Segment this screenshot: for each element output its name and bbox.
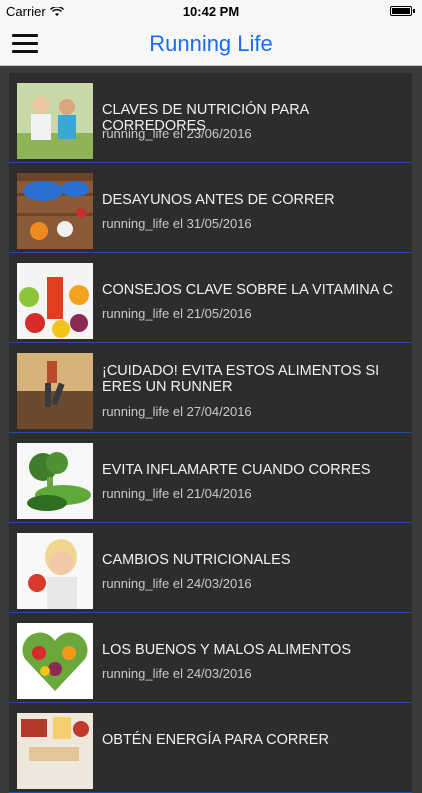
app-title: Running Life — [149, 31, 273, 56]
article-meta: running_life el 27/04/2016 — [102, 404, 252, 419]
status-time: 10:42 PM — [182, 4, 240, 19]
article-title: DESAYUNOS ANTES DE CORRER — [102, 192, 335, 208]
article-title: ¡CUIDADO! EVITA ESTOS ALIMENTOS SI ERES … — [102, 363, 380, 395]
article-thumbnail — [17, 173, 93, 249]
article-thumbnail — [17, 533, 93, 609]
article-thumbnail — [17, 83, 93, 159]
article-item[interactable]: OBTÉN ENERGÍA PARA CORRER — [9, 703, 412, 793]
article-item[interactable]: CLAVES DE NUTRICIÓN PARA CORREDORES runn… — [9, 73, 412, 163]
article-meta: running_life el 23/06/2016 — [102, 126, 252, 141]
article-meta: running_life el 24/03/2016 — [102, 666, 252, 681]
article-thumbnail — [17, 353, 93, 429]
article-title: OBTÉN ENERGÍA PARA CORRER — [102, 732, 329, 748]
article-thumbnail — [17, 263, 93, 339]
article-item[interactable]: ¡CUIDADO! EVITA ESTOS ALIMENTOS SI ERES … — [9, 343, 412, 433]
article-thumbnail — [17, 713, 93, 789]
article-list: CLAVES DE NUTRICIÓN PARA CORREDORES runn… — [9, 73, 412, 793]
article-meta: running_life el 21/04/2016 — [102, 486, 252, 501]
article-title: LOS BUENOS Y MALOS ALIMENTOS — [102, 642, 352, 658]
article-thumbnail — [17, 623, 93, 699]
article-item[interactable]: CAMBIOS NUTRICIONALES running_life el 24… — [9, 523, 412, 613]
article-meta: running_life el 21/05/2016 — [102, 306, 252, 321]
article-thumbnail — [17, 443, 93, 519]
article-item[interactable]: LOS BUENOS Y MALOS ALIMENTOS running_lif… — [9, 613, 412, 703]
article-meta: running_life el 24/03/2016 — [102, 576, 252, 591]
article-title: CAMBIOS NUTRICIONALES — [102, 552, 291, 568]
article-item[interactable]: EVITA INFLAMARTE CUANDO CORRES running_l… — [9, 433, 412, 523]
article-item[interactable]: DESAYUNOS ANTES DE CORRER running_life e… — [9, 163, 412, 253]
nav-bar: Running Life — [0, 22, 422, 66]
article-meta: running_life el 31/05/2016 — [102, 216, 252, 231]
article-title: EVITA INFLAMARTE CUANDO CORRES — [102, 462, 371, 478]
battery-icon — [390, 6, 415, 16]
article-item[interactable]: CONSEJOS CLAVE SOBRE LA VITAMINA C runni… — [9, 253, 412, 343]
article-title: CONSEJOS CLAVE SOBRE LA VITAMINA C — [102, 282, 394, 298]
status-bar: Carrier 10:42 PM — [0, 0, 422, 22]
